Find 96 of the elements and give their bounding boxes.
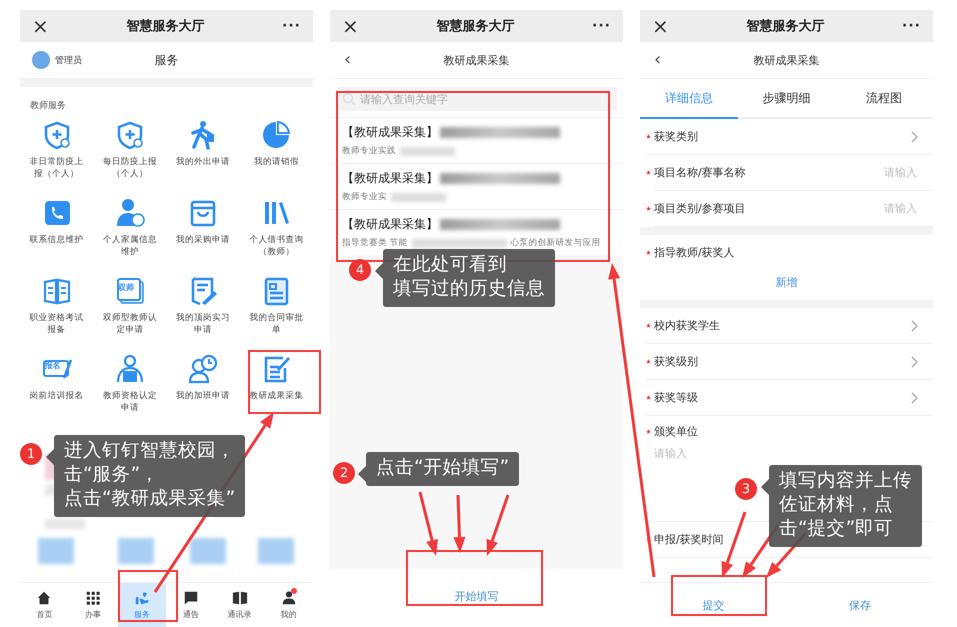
input-field[interactable]: 请输入 <box>835 201 919 216</box>
pie-chart-icon[interactable] <box>261 120 292 150</box>
app-title: 智慧服务大厅 <box>126 18 204 35</box>
field-label: 获奖等级 <box>654 390 698 405</box>
avatar <box>32 51 50 69</box>
open-book-icon[interactable] <box>42 276 72 306</box>
home-icon <box>36 590 52 606</box>
arrow <box>418 492 438 556</box>
service-label[interactable]: 我的请销假 <box>245 156 308 168</box>
tab-bar-item[interactable]: 通讯录 <box>215 583 264 627</box>
more-button[interactable]: ··· <box>902 18 921 34</box>
select-row[interactable]: 校内获奖学生 <box>646 308 933 344</box>
tab[interactable]: 步骤明细 <box>738 79 836 119</box>
record-subtitle: 教师专业实践 <box>342 145 396 157</box>
tab-bar-item[interactable]: 办事 <box>68 583 118 627</box>
close-button[interactable]: × <box>342 16 359 36</box>
highlight-frame <box>118 570 178 622</box>
tab-bar-item[interactable]: 首页 <box>20 583 69 627</box>
service-label[interactable]: 我的加班申请 <box>172 390 234 402</box>
service-label[interactable]: 我的顶岗实习申请 <box>172 312 234 337</box>
select-row[interactable]: 获奖类别 <box>646 119 933 155</box>
chevron-icon <box>911 392 919 404</box>
page-title: 服务 <box>154 52 178 66</box>
add-button[interactable]: 新增 <box>766 269 808 296</box>
search-field[interactable]: 请输入查询关键字 <box>336 87 617 111</box>
field-label: 颁奖单位 <box>654 424 698 438</box>
blurred-text <box>45 519 85 529</box>
more-button[interactable]: ··· <box>592 18 611 34</box>
arrow <box>453 494 466 553</box>
service-label[interactable]: 每日防疫上报（个人） <box>98 156 161 181</box>
record-subtitle: 心泵的创新研发与应用 <box>510 237 601 249</box>
hand-heart-icon <box>134 590 150 606</box>
back-button[interactable]: ‹ <box>330 51 366 69</box>
chevron-icon <box>911 130 919 142</box>
callout: 填写内容并上传 佐证材料，点 击“提交”即可 <box>769 465 922 548</box>
field-label: 获奖类别 <box>654 129 698 144</box>
person-icon[interactable] <box>114 198 145 228</box>
tab-bar-item[interactable]: 通告 <box>166 583 216 627</box>
blurred-text <box>391 192 446 202</box>
blurred-icon <box>38 538 74 564</box>
callout: 在此处可看到 填写过的历史信息 <box>383 249 555 308</box>
arrow <box>486 494 510 556</box>
record-title[interactable]: 【教研成果采集】 <box>342 170 438 187</box>
user-name: 管理员 <box>55 54 82 66</box>
grid-icon <box>85 590 102 606</box>
chevron-icon <box>911 356 919 368</box>
input-field[interactable]: 请输入 <box>835 165 919 180</box>
callout: 进入钉钉智慧校园， 击“服务”， 点击“教研成果采集” <box>54 435 246 518</box>
close-button[interactable]: × <box>32 16 49 36</box>
blurred-text <box>400 146 455 156</box>
reading-person-icon[interactable] <box>114 354 145 384</box>
person-clock-icon[interactable] <box>188 354 218 384</box>
page-title: 教研成果采集 <box>444 54 510 66</box>
field-label: 校内获奖学生 <box>654 318 720 333</box>
service-label[interactable]: 我的采购申请 <box>172 234 234 246</box>
page-title: 教研成果采集 <box>754 54 820 66</box>
record-subtitle: 教师专业实 <box>342 191 387 203</box>
start-button[interactable]: 开始填写 <box>434 583 518 610</box>
person-icon <box>280 590 297 606</box>
select-row[interactable]: 获奖级别 <box>646 344 933 380</box>
blurred-icon <box>258 538 294 564</box>
blurred-icon <box>190 538 226 564</box>
address-book-icon <box>232 590 248 606</box>
service-label[interactable]: 个人借书查询（教师） <box>245 234 308 259</box>
chat-icon <box>182 590 199 606</box>
service-label[interactable]: 我的外出申请 <box>172 156 234 168</box>
service-label[interactable]: 个人家属信息维护 <box>98 234 161 259</box>
record-title[interactable]: 【教研成果采集】 <box>342 216 438 233</box>
service-label[interactable]: 我的合同审批单 <box>245 312 308 337</box>
app-title: 智慧服务大厅 <box>436 18 514 35</box>
record-subtitle: 指导竞赛类 节能 <box>342 237 408 249</box>
back-button[interactable]: ‹ <box>640 51 676 69</box>
service-label[interactable]: 非日常防疫上报（个人） <box>26 156 88 181</box>
app-title: 智慧服务大厅 <box>746 18 824 35</box>
field-label: 申报/获奖时间 <box>654 532 724 547</box>
field-label: 项目名称/赛事名称 <box>654 165 746 180</box>
record-title[interactable]: 【教研成果采集】 <box>342 124 438 141</box>
field-label: 项目类别/参赛项目 <box>654 201 746 216</box>
service-label[interactable]: 双师型教师认定申请 <box>98 312 161 337</box>
field-label: 获奖级别 <box>654 354 698 369</box>
callout: 点击“开始填写” <box>366 452 520 486</box>
section-label: 教师服务 <box>29 100 67 113</box>
service-label[interactable]: 教师资格认定申请 <box>98 390 161 415</box>
chevron-icon <box>911 320 919 332</box>
more-button[interactable]: ··· <box>282 18 301 34</box>
close-button[interactable]: × <box>652 16 669 36</box>
tab[interactable]: 流程图 <box>835 79 934 119</box>
field-label: 指导教师/获奖人 <box>654 244 735 260</box>
service-label[interactable]: 教研成果采集 <box>245 390 308 402</box>
tab-bar-item[interactable]: 我的 <box>264 583 313 627</box>
blurred-icon <box>118 538 154 564</box>
shopping-bag-icon[interactable] <box>188 198 218 228</box>
select-row[interactable]: 获奖等级 <box>646 380 933 416</box>
service-label[interactable]: 联系信息维护 <box>26 234 88 246</box>
service-label[interactable]: 岗前培训报名 <box>26 390 88 402</box>
service-label[interactable]: 职业资格考试报备 <box>26 312 88 337</box>
